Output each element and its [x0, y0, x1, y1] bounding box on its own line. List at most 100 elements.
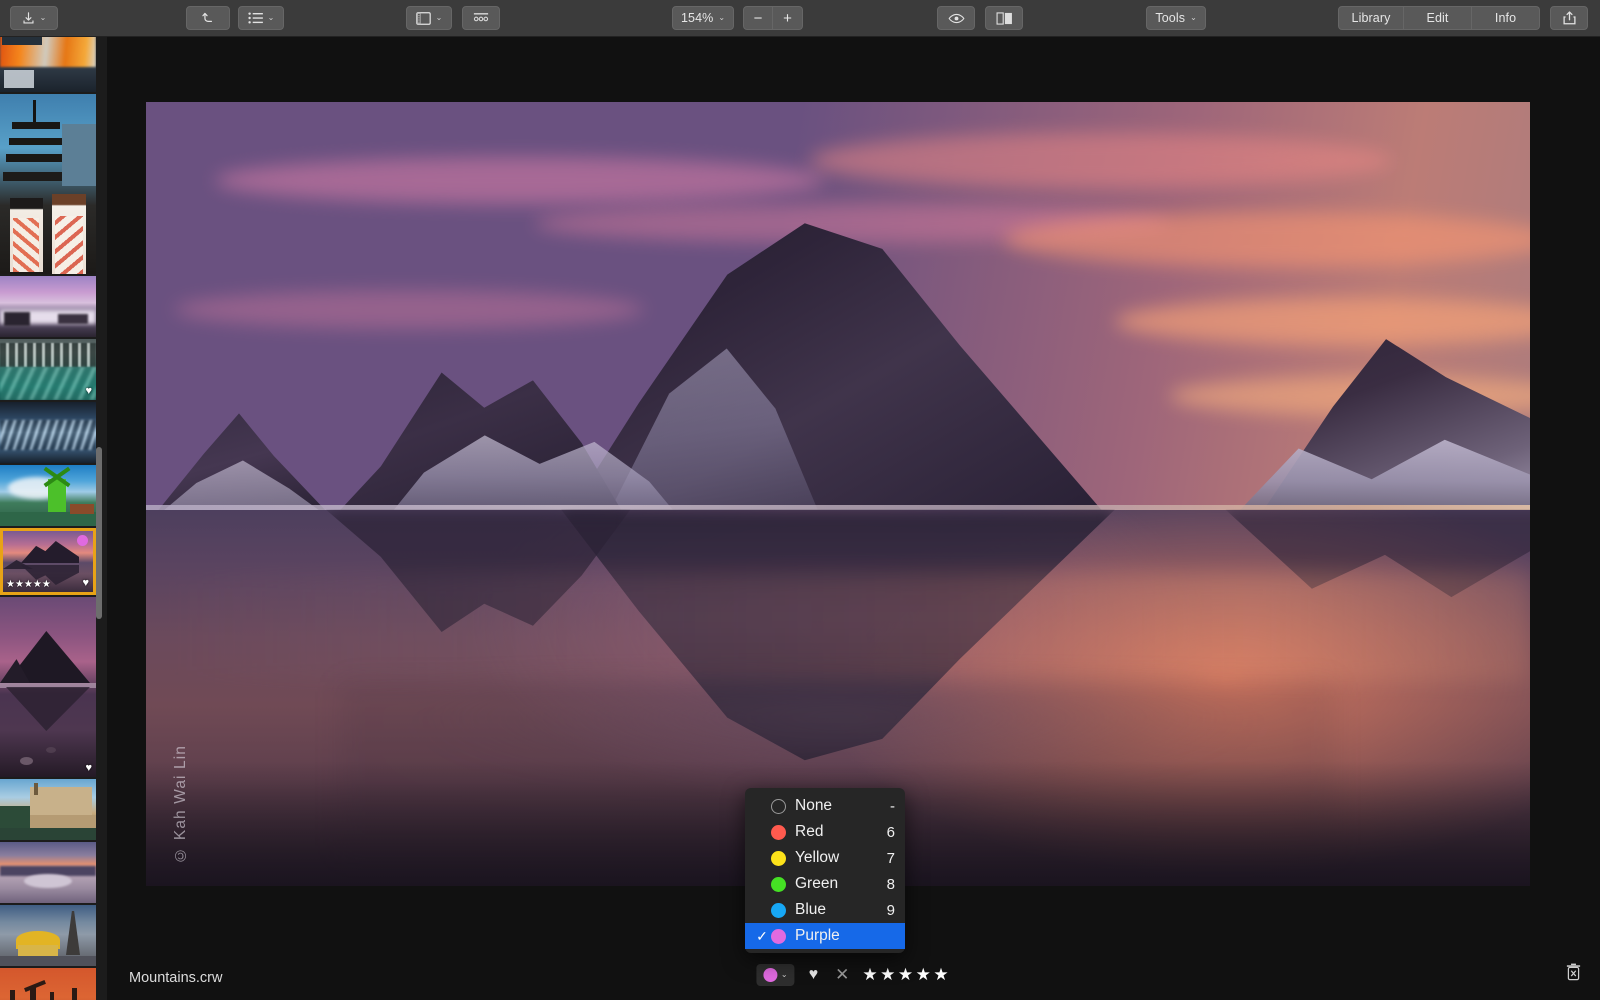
cloud-streak	[215, 157, 824, 204]
share-button[interactable]	[1550, 6, 1588, 30]
sidebar-panel-button[interactable]: ⌄	[406, 6, 452, 30]
cloud-streak	[1004, 212, 1530, 267]
color-caret-icon: ⌄	[781, 971, 788, 979]
list-item[interactable]: ♥	[0, 597, 96, 777]
menu-item-blue[interactable]: Blue 9	[745, 897, 905, 923]
zoom-caret-icon: ⌄	[718, 14, 725, 22]
list-item[interactable]	[0, 94, 96, 274]
share-icon	[1563, 11, 1576, 25]
swatch-blue-icon	[771, 903, 786, 918]
zoom-in-label: +	[783, 10, 792, 27]
import-button[interactable]: ⌄	[10, 6, 58, 30]
menu-item-yellow[interactable]: Yellow 7	[745, 845, 905, 871]
list-item[interactable]: ♥	[0, 339, 96, 400]
swatch-green-icon	[771, 877, 786, 892]
menu-label-purple: Purple	[795, 927, 895, 945]
list-item[interactable]	[0, 37, 96, 92]
reject-button[interactable]: ✕	[835, 965, 849, 985]
zoom-group: 154% ⌄ − +	[672, 6, 803, 30]
tools-caret-icon: ⌄	[1190, 14, 1197, 22]
menu-item-green[interactable]: Green 8	[745, 871, 905, 897]
filmstrip-scrollbar[interactable]	[96, 447, 102, 619]
import-caret-icon: ⌄	[40, 14, 47, 22]
list-item[interactable]	[0, 842, 96, 903]
thumb-color-dot	[77, 535, 88, 546]
list-item[interactable]	[0, 968, 96, 1000]
menu-item-none[interactable]: None -	[745, 793, 905, 819]
import-group: ⌄	[10, 6, 58, 30]
filename-label: Mountains.crw	[129, 970, 222, 986]
filmstrip-view-button[interactable]	[462, 6, 500, 30]
split-compare-icon	[996, 12, 1013, 25]
zoom-out-button[interactable]: −	[743, 6, 773, 30]
preview-eye-button[interactable]	[937, 6, 975, 30]
menu-item-red[interactable]: Red 6	[745, 819, 905, 845]
list-item[interactable]	[0, 905, 96, 966]
zoom-in-button[interactable]: +	[773, 6, 803, 30]
compare-button[interactable]	[985, 6, 1023, 30]
swatch-purple-icon	[771, 929, 786, 944]
list-view-caret-icon: ⌄	[268, 14, 275, 22]
sidebar-panel-icon	[416, 12, 431, 25]
list-view-button[interactable]: ⌄	[238, 6, 284, 30]
tools-button[interactable]: Tools ⌄	[1146, 6, 1206, 30]
tab-library[interactable]: Library	[1338, 6, 1404, 30]
color-label-button[interactable]: ⌄	[756, 964, 795, 986]
tools-group: Tools ⌄	[1146, 6, 1206, 30]
list-view-icon	[248, 12, 263, 24]
list-item[interactable]	[0, 402, 96, 463]
rotate-button[interactable]	[186, 6, 230, 30]
cloud-streak	[810, 133, 1391, 188]
menu-label-green: Green	[795, 875, 887, 893]
filmstrip-sidebar[interactable]: ♥	[0, 37, 107, 1000]
menu-label-red: Red	[795, 823, 887, 841]
trash-button[interactable]	[1565, 963, 1582, 986]
list-item[interactable]	[0, 465, 96, 526]
list-item[interactable]	[0, 276, 96, 337]
main-toolbar: ⌄ ⌄ ⌄	[0, 0, 1600, 37]
filmstrip-view-icon	[473, 12, 489, 24]
zoom-level-value: 154%	[681, 11, 713, 25]
reflection-glow	[146, 572, 1530, 682]
sidebar-panel-caret-icon: ⌄	[436, 14, 443, 22]
trash-icon	[1565, 963, 1582, 981]
eye-icon	[948, 13, 965, 24]
zoom-out-label: −	[754, 10, 763, 27]
color-dot-icon	[763, 968, 777, 982]
tools-label: Tools	[1155, 11, 1185, 25]
thumb-heart-icon: ♥	[85, 763, 92, 774]
menu-check-purple: ✓	[753, 928, 771, 945]
swatch-red-icon	[771, 825, 786, 840]
edit-label: Edit	[1427, 11, 1449, 25]
favorite-heart-button[interactable]: ♥	[809, 966, 819, 984]
zoom-level-button[interactable]: 154% ⌄	[672, 6, 734, 30]
menu-key-yellow: 7	[887, 850, 895, 867]
filmstrip-list: ♥	[0, 37, 96, 1000]
main-photo[interactable]: © Kah Wai Lin	[146, 102, 1530, 886]
menu-label-yellow: Yellow	[795, 849, 887, 867]
photo-app-window: ⌄ ⌄ ⌄	[0, 0, 1600, 1000]
library-label: Library	[1352, 11, 1391, 25]
info-label: Info	[1495, 11, 1516, 25]
menu-item-purple[interactable]: ✓ Purple	[745, 923, 905, 949]
menu-label-blue: Blue	[795, 901, 887, 919]
photo-canvas: © Kah Wai Lin	[146, 102, 1530, 886]
list-item[interactable]	[0, 779, 96, 840]
star-rating-control[interactable]: ★★★★★	[862, 965, 951, 985]
swatch-none-icon	[771, 799, 786, 814]
list-item-selected[interactable]: ★★★★★ ♥	[0, 528, 96, 595]
menu-key-green: 8	[887, 876, 895, 893]
view-modes-group	[937, 6, 1023, 30]
swatch-yellow-icon	[771, 851, 786, 866]
download-arrow-icon	[22, 12, 35, 25]
menu-label-none: None	[795, 797, 890, 815]
tab-edit[interactable]: Edit	[1404, 6, 1472, 30]
tab-info[interactable]: Info	[1472, 6, 1540, 30]
rotate-ccw-icon	[201, 11, 215, 25]
organize-group: ⌄	[186, 6, 284, 30]
thumb-heart-icon: ♥	[85, 386, 92, 397]
right-panels-group: Library Edit Info	[1338, 6, 1588, 30]
rating-toolbar: ⌄ ♥ ✕ ★★★★★	[756, 962, 951, 988]
photo-watermark: © Kah Wai Lin	[172, 745, 190, 864]
color-label-menu[interactable]: None - Red 6 Yellow 7 Green 8 Blue 9	[745, 788, 905, 953]
